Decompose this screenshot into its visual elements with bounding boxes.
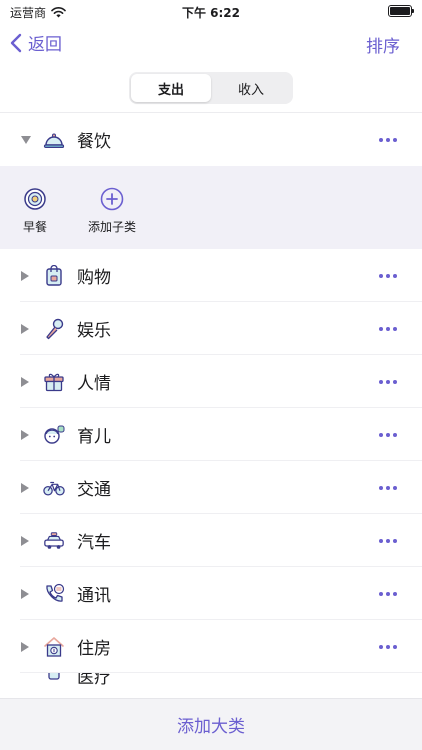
caret-right-icon[interactable] bbox=[21, 323, 31, 334]
category-label: 育儿 bbox=[77, 427, 111, 447]
type-segmented-control: 支出 收入 bbox=[129, 72, 293, 104]
taxi-icon bbox=[43, 530, 65, 552]
category-label: 医疗 bbox=[77, 673, 111, 688]
chevron-left-icon bbox=[10, 33, 22, 52]
segment-expense[interactable]: 支出 bbox=[131, 74, 211, 102]
category-row-medical[interactable]: 医疗 bbox=[0, 673, 422, 689]
add-category-button[interactable]: 添加大类 bbox=[0, 698, 422, 750]
more-options-icon[interactable] bbox=[368, 420, 408, 450]
caret-right-icon[interactable] bbox=[21, 535, 31, 546]
status-bar: 运营商 下午 6:22 bbox=[0, 0, 422, 24]
caret-right-icon[interactable] bbox=[21, 588, 31, 599]
house-icon bbox=[43, 636, 65, 658]
segment-income[interactable]: 收入 bbox=[211, 74, 291, 102]
caret-right-icon[interactable] bbox=[21, 429, 31, 440]
category-row-communication[interactable]: 通讯 bbox=[0, 567, 422, 620]
caret-right-icon[interactable] bbox=[21, 270, 31, 281]
category-row-housing[interactable]: 住房 bbox=[0, 620, 422, 673]
food-cloche-icon bbox=[43, 129, 65, 151]
more-options-icon[interactable] bbox=[368, 261, 408, 291]
category-label: 交通 bbox=[77, 480, 111, 500]
category-label: 通讯 bbox=[77, 586, 111, 606]
more-options-icon[interactable] bbox=[368, 367, 408, 397]
category-label: 汽车 bbox=[77, 533, 111, 553]
shopping-bag-icon bbox=[43, 264, 65, 287]
more-options-icon[interactable] bbox=[368, 526, 408, 556]
subcategory-label: 添加子类 bbox=[88, 220, 137, 234]
more-options-icon[interactable] bbox=[368, 314, 408, 344]
category-row-dining[interactable]: 餐饮 bbox=[0, 113, 422, 166]
category-row-entertainment[interactable]: 娱乐 bbox=[0, 302, 422, 355]
sort-button[interactable]: 排序 bbox=[366, 32, 400, 57]
category-label: 餐饮 bbox=[77, 132, 111, 152]
navigation-bar: 返回 排序 bbox=[0, 24, 422, 64]
back-label: 返回 bbox=[28, 35, 62, 55]
add-category-label: 添加大类 bbox=[177, 717, 245, 737]
bicycle-icon bbox=[43, 477, 65, 499]
category-label: 人情 bbox=[77, 374, 111, 394]
caret-right-icon[interactable] bbox=[21, 482, 31, 493]
breakfast-icon bbox=[22, 186, 48, 212]
category-label: 购物 bbox=[77, 268, 111, 288]
add-circle-icon bbox=[99, 186, 125, 212]
gift-icon bbox=[43, 371, 65, 393]
battery-icon bbox=[388, 5, 414, 17]
back-button[interactable]: 返回 bbox=[10, 30, 62, 55]
caret-right-icon[interactable] bbox=[21, 376, 31, 387]
caret-down-icon[interactable] bbox=[21, 135, 31, 144]
category-row-childcare[interactable]: 育儿 bbox=[0, 408, 422, 461]
category-row-transport[interactable]: 交通 bbox=[0, 461, 422, 514]
more-options-icon[interactable] bbox=[368, 473, 408, 503]
subcategory-breakfast[interactable]: 早餐 bbox=[22, 186, 48, 235]
more-options-icon[interactable] bbox=[368, 125, 408, 155]
microphone-icon bbox=[43, 318, 65, 340]
phone-icon bbox=[43, 583, 65, 605]
subcategory-label: 早餐 bbox=[22, 220, 47, 234]
clock: 下午 6:22 bbox=[181, 6, 241, 20]
category-label: 住房 bbox=[77, 639, 111, 659]
category-row-car[interactable]: 汽车 bbox=[0, 514, 422, 567]
category-row-shopping[interactable]: 购物 bbox=[0, 249, 422, 302]
category-list: 餐饮 早餐 添加子类 购物 娱乐 人情 育儿 交通 汽车 通讯 住房 医疗 bbox=[0, 113, 422, 689]
medical-icon bbox=[43, 673, 65, 689]
category-label: 娱乐 bbox=[77, 321, 111, 341]
caret-right-icon[interactable] bbox=[21, 641, 31, 652]
category-row-gifts[interactable]: 人情 bbox=[0, 355, 422, 408]
subcategory-panel: 早餐 添加子类 bbox=[0, 166, 422, 249]
baby-icon bbox=[43, 424, 65, 446]
add-subcategory-button[interactable]: 添加子类 bbox=[88, 186, 136, 235]
more-options-icon[interactable] bbox=[368, 632, 408, 662]
more-options-icon[interactable] bbox=[368, 579, 408, 609]
